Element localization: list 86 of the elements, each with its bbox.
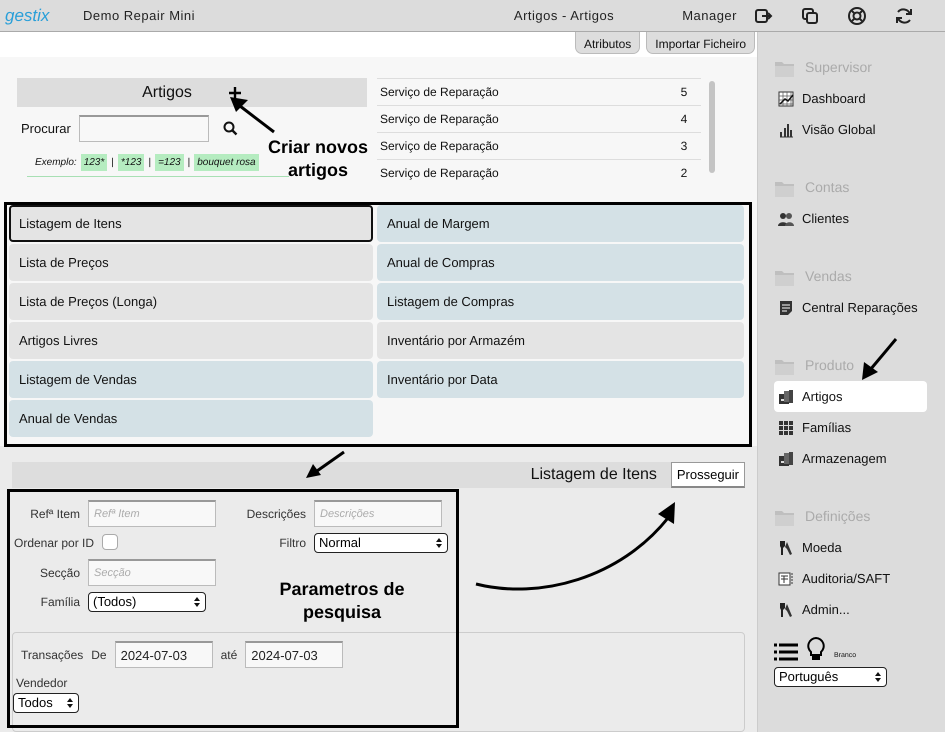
field-label: Refª Item bbox=[29, 506, 80, 522]
report-item[interactable]: Inventário por Armazém bbox=[377, 322, 744, 359]
search-label: Procurar bbox=[21, 120, 71, 138]
section-title: Listagem de Itens bbox=[530, 465, 657, 485]
example-tag: *123 bbox=[118, 154, 144, 171]
sidebar-item[interactable]: Moeda bbox=[774, 532, 927, 563]
sidebar-label: Auditoria/SAFT bbox=[802, 570, 890, 588]
list-row[interactable]: Serviço de Reparação 4 bbox=[377, 105, 702, 132]
report-item[interactable]: Listagem de Compras bbox=[377, 283, 744, 320]
sidebar-label: Admin... bbox=[802, 600, 850, 619]
sidebar-item[interactable]: Dashboard bbox=[774, 83, 927, 114]
example-tag: bouquet rosa bbox=[194, 154, 259, 171]
annotation-text: Parametros de pesquisa bbox=[278, 578, 406, 624]
report-item[interactable]: Anual de Margem bbox=[377, 205, 744, 242]
input-field[interactable]: Descrições bbox=[314, 500, 442, 527]
dropdown[interactable]: Normal bbox=[314, 533, 448, 553]
list-row[interactable]: Serviço de Reparação 3 bbox=[377, 132, 702, 159]
panel-title: Artigos bbox=[142, 82, 192, 102]
sidebar-item[interactable]: Central Reparações bbox=[774, 292, 927, 323]
example-label: Exemplo: bbox=[35, 156, 77, 170]
list-row[interactable]: Serviço de Reparação 5 bbox=[377, 78, 702, 105]
input-field[interactable]: Refª Item bbox=[88, 500, 216, 527]
company-name: Demo Repair Mini bbox=[83, 6, 196, 25]
field-label: Filtro bbox=[278, 535, 306, 552]
report-item[interactable]: Lista de Preços (Longa) bbox=[9, 283, 373, 320]
user-name: Manager bbox=[682, 6, 737, 25]
annotation-text: Criar novos artigos bbox=[266, 136, 370, 182]
item-name: Serviço de Reparação bbox=[380, 111, 499, 128]
sidebar-item[interactable]: Auditoria/SAFT bbox=[774, 563, 927, 594]
separator: | bbox=[148, 156, 152, 170]
input-field[interactable]: Secção bbox=[88, 559, 216, 586]
sidebar-label: Armazenagem bbox=[802, 450, 887, 468]
item-number: 4 bbox=[680, 111, 688, 128]
dropdown[interactable]: Português bbox=[774, 667, 887, 687]
item-name: Serviço de Reparação bbox=[380, 138, 499, 155]
sidebar-item[interactable]: Visão Global bbox=[774, 114, 927, 145]
field-label: Secção bbox=[38, 564, 80, 582]
field-label: Família bbox=[40, 594, 80, 611]
tab[interactable]: Atributos bbox=[574, 32, 640, 54]
field-label: Transações bbox=[21, 646, 84, 664]
sidebar-label: Moeda bbox=[802, 538, 842, 557]
sidebar-item[interactable]: Artigos bbox=[774, 381, 927, 412]
report-item[interactable]: Anual de Compras bbox=[377, 244, 744, 281]
sidebar-label: Famílias bbox=[802, 418, 852, 437]
item-name: Serviço de Reparação bbox=[380, 84, 499, 101]
sidebar-item[interactable]: Admin... bbox=[774, 594, 927, 625]
field-label: De bbox=[91, 646, 107, 664]
item-number: 2 bbox=[680, 165, 688, 182]
sidebar-label: Clientes bbox=[802, 210, 849, 228]
field-label: Vendedor bbox=[16, 675, 68, 692]
tab[interactable]: Importar Ficheiro bbox=[646, 32, 755, 54]
report-item[interactable]: Lista de Preços bbox=[9, 244, 373, 281]
report-item[interactable]: Anual de Vendas bbox=[9, 400, 373, 437]
proceed-button[interactable]: Prosseguir bbox=[670, 462, 745, 488]
report-item[interactable]: Inventário por Data bbox=[377, 361, 744, 398]
sidebar-item[interactable]: Clientes bbox=[774, 203, 927, 234]
app-logo: gestix bbox=[5, 4, 51, 27]
dropdown[interactable]: (Todos) bbox=[88, 592, 206, 612]
item-number: 5 bbox=[680, 84, 688, 101]
example-tag: =123 bbox=[155, 154, 184, 171]
sidebar-item[interactable]: Armazenagem bbox=[774, 443, 927, 474]
date-field[interactable]: 2024-07-03 bbox=[114, 641, 213, 668]
report-item[interactable]: Artigos Livres bbox=[9, 322, 373, 359]
dropdown[interactable]: Todos bbox=[13, 693, 79, 713]
dropdown-value: (Todos) bbox=[93, 593, 136, 612]
dropdown-value: Todos bbox=[18, 694, 53, 712]
dropdown-value: Português bbox=[779, 668, 838, 686]
item-number: 3 bbox=[680, 138, 688, 155]
sidebar-label: Dashboard bbox=[802, 90, 866, 108]
list-row[interactable]: Serviço de Reparação 2 bbox=[377, 159, 702, 186]
field-label: Descrições bbox=[246, 506, 306, 522]
item-name: Serviço de Reparação bbox=[380, 165, 499, 182]
separator: | bbox=[111, 156, 114, 170]
sidebar-label: Visão Global bbox=[802, 120, 876, 139]
separator: | bbox=[188, 156, 190, 170]
report-item[interactable]: Listagem de Itens bbox=[9, 205, 373, 242]
field-label: até bbox=[220, 646, 238, 664]
dropdown-value: Normal bbox=[319, 534, 361, 552]
page-title: Artigos - Artigos bbox=[514, 6, 614, 25]
sidebar-label: Central Reparações bbox=[802, 298, 918, 317]
sidebar-item[interactable]: Famílias bbox=[774, 412, 927, 443]
report-item[interactable]: Listagem de Vendas bbox=[9, 361, 373, 398]
date-field[interactable]: 2024-07-03 bbox=[245, 641, 344, 668]
field-label: Ordenar por ID bbox=[14, 535, 94, 552]
sidebar-label: Artigos bbox=[802, 388, 842, 406]
example-tag: 123* bbox=[80, 154, 108, 171]
